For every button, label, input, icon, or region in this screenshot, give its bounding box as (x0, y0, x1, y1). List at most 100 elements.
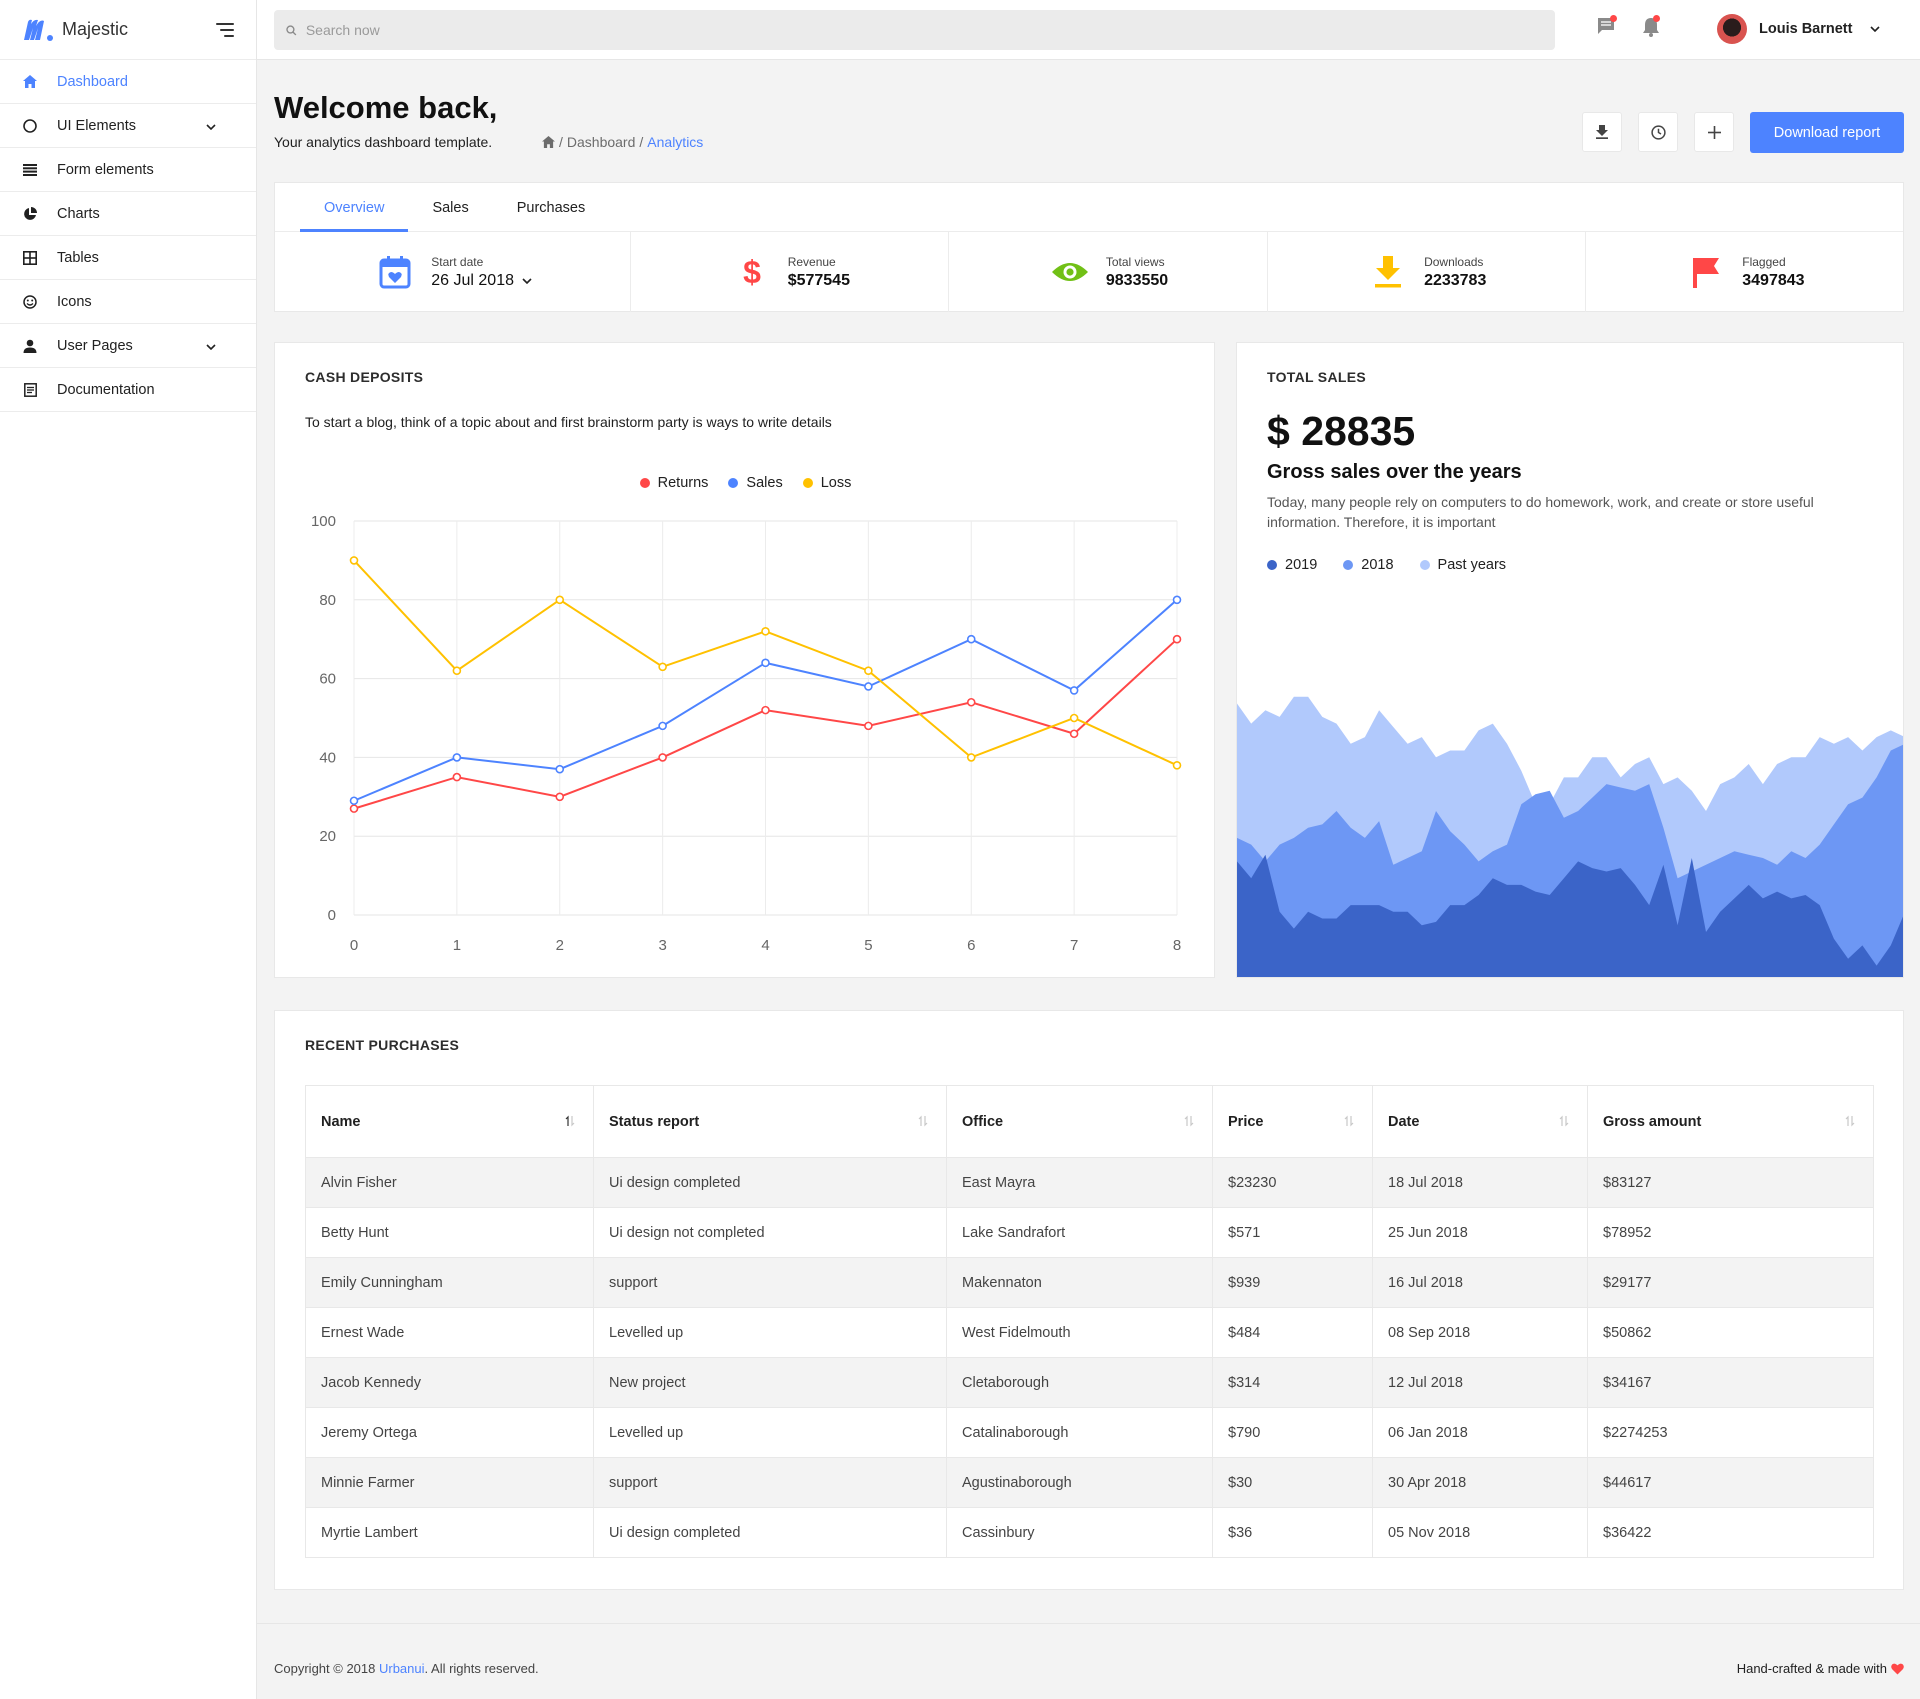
cash-deposits-line-chart: 0 20 40 60 80 100 0 1 2 3 4 5 6 7 8 (311, 513, 1182, 954)
table-cell: Levelled up (593, 1407, 947, 1458)
stat-value: $577545 (787, 271, 850, 289)
sort-icon (1344, 1115, 1354, 1127)
column-header-gross-amount[interactable]: Gross amount (1587, 1085, 1874, 1158)
tab-sales[interactable]: Sales (408, 183, 492, 232)
download-icon (1366, 256, 1410, 288)
sidebar-item-label: Form elements (57, 161, 154, 178)
x-tick-label: 6 (967, 937, 975, 954)
table-cell: support (593, 1457, 947, 1508)
column-header-label: Office (962, 1113, 1004, 1130)
breadcrumb-separator: / (559, 134, 563, 150)
footer-credit: Hand-crafted & made with (1737, 1661, 1904, 1676)
table-row[interactable]: Alvin Fisher Ui design completed East Mayr… (305, 1157, 1874, 1208)
table-cell: 06 Jan 2018 (1372, 1407, 1588, 1458)
home-icon[interactable] (542, 136, 555, 148)
majestic-logo-icon (24, 19, 53, 41)
data-point (555, 595, 565, 605)
table-row[interactable]: Betty Hunt Ui design not completed Lake Sa… (305, 1207, 1874, 1258)
table-row[interactable]: Jacob Kennedy New project Cletaborough $314… (305, 1357, 1874, 1408)
cash-deposits-card: CASH DEPOSITS To start a blog, think of … (274, 342, 1215, 978)
sidebar-toggle-button[interactable] (212, 22, 234, 37)
table-cell: Ui design completed (593, 1507, 947, 1558)
tab-purchases[interactable]: Purchases (493, 183, 610, 232)
table-row[interactable]: Minnie Farmer support Agustinaborough $30 30… (305, 1457, 1874, 1508)
tab-overview[interactable]: Overview (300, 183, 409, 232)
copyright-suffix: . All rights reserved. (424, 1661, 539, 1676)
user-name: Louis Barnett (1759, 21, 1853, 37)
sort-icon (1845, 1115, 1855, 1127)
table-cell: West Fidelmouth (946, 1307, 1213, 1358)
sidebar-item-documentation[interactable]: Documentation (0, 368, 256, 412)
table-cell: 08 Sep 2018 (1372, 1307, 1588, 1358)
table-cell: $790 (1212, 1407, 1373, 1458)
table-cell: $29177 (1587, 1257, 1874, 1308)
top-navbar: Louis Barnett (257, 0, 1920, 60)
data-point (658, 721, 667, 731)
sidebar-item-ui-elements[interactable]: UI Elements (0, 104, 256, 148)
sidebar-item-icons[interactable]: Icons (0, 280, 256, 324)
table-row[interactable]: Emily Cunningham support Makennaton $939 16 … (305, 1257, 1874, 1308)
breadcrumb-item-analytics[interactable]: Analytics (647, 134, 703, 150)
notifications-button[interactable] (1641, 15, 1665, 40)
table-row[interactable]: Myrtie Lambert Ui design completed Cassinb… (305, 1507, 1874, 1558)
brand-logo[interactable]: Majestic (22, 18, 128, 42)
add-button[interactable] (1694, 112, 1734, 152)
x-tick-label: 0 (350, 937, 358, 954)
table-row[interactable]: Jeremy Ortega Levelled up Catalinaborough $… (305, 1407, 1874, 1458)
data-point (349, 804, 359, 813)
x-tick-label: 3 (658, 937, 666, 954)
download-report-button[interactable]: Download report (1750, 112, 1904, 153)
table-cell: support (593, 1257, 947, 1308)
page-title: Welcome back, (274, 90, 498, 125)
column-header-name[interactable]: Name (305, 1085, 594, 1158)
table-cell: $484 (1212, 1307, 1373, 1358)
table-cell: $30 (1212, 1457, 1373, 1508)
y-tick-label: 40 (319, 749, 336, 766)
table-cell: Ui design completed (593, 1157, 947, 1208)
table-cell: Emily Cunningham (305, 1257, 594, 1308)
search-icon (286, 24, 297, 35)
download-button[interactable] (1582, 112, 1622, 152)
column-header-date[interactable]: Date (1372, 1085, 1588, 1158)
data-point (1069, 713, 1079, 723)
company-link[interactable]: Urbanui (379, 1661, 425, 1676)
table-cell: $83127 (1587, 1157, 1874, 1208)
table-cell: 05 Nov 2018 (1372, 1507, 1588, 1558)
messages-button[interactable] (1596, 15, 1620, 40)
start-date-value: 26 Jul 2018 (431, 271, 514, 289)
data-point (1172, 760, 1182, 770)
sidebar-item-dashboard[interactable]: Dashboard (0, 60, 256, 104)
chevron-down-icon (1870, 26, 1881, 32)
table-cell: Myrtie Lambert (305, 1507, 594, 1558)
search-input[interactable] (305, 22, 1543, 38)
history-button[interactable] (1638, 112, 1678, 152)
table-cell: $23230 (1212, 1157, 1373, 1208)
user-icon (22, 338, 38, 354)
breadcrumb: / Dashboard / Analytics (542, 134, 703, 150)
sidebar-item-tables[interactable]: Tables (0, 236, 256, 280)
table-cell: Alvin Fisher (305, 1157, 594, 1208)
sidebar-item-form-elements[interactable]: Form elements (0, 148, 256, 192)
copyright-prefix: Copyright © 2018 (274, 1661, 376, 1676)
sidebar: Majestic Dashboard UI Elements Form elem… (0, 0, 257, 1699)
breadcrumb-item-dashboard[interactable]: Dashboard (567, 134, 636, 150)
start-date-dropdown[interactable]: 26 Jul 2018 (431, 272, 532, 290)
sidebar-item-charts[interactable]: Charts (0, 192, 256, 236)
sidebar-item-label: Dashboard (57, 73, 128, 90)
brand-name: Majestic (62, 19, 129, 39)
sidebar-item-label: Icons (57, 293, 92, 310)
column-header-price[interactable]: Price (1212, 1085, 1373, 1158)
recent-purchases-card: RECENT PURCHASES Name Status report Offi… (274, 1010, 1904, 1590)
column-header-label: Date (1388, 1113, 1420, 1130)
overview-card: Overview Sales Purchases Start date 26 J… (274, 182, 1904, 312)
user-profile-dropdown[interactable]: Louis Barnett (1717, 14, 1881, 44)
plus-icon (1707, 125, 1721, 139)
table-row[interactable]: Ernest Wade Levelled up West Fidelmouth $48… (305, 1307, 1874, 1358)
column-header-office[interactable]: Office (946, 1085, 1213, 1158)
stat-label: Start date (431, 254, 484, 269)
column-header-status[interactable]: Status report (593, 1085, 947, 1158)
table-cell: Cassinbury (946, 1507, 1213, 1558)
sort-icon (1559, 1115, 1569, 1127)
sidebar-item-label: Tables (57, 249, 99, 266)
sidebar-item-user-pages[interactable]: User Pages (0, 324, 256, 368)
